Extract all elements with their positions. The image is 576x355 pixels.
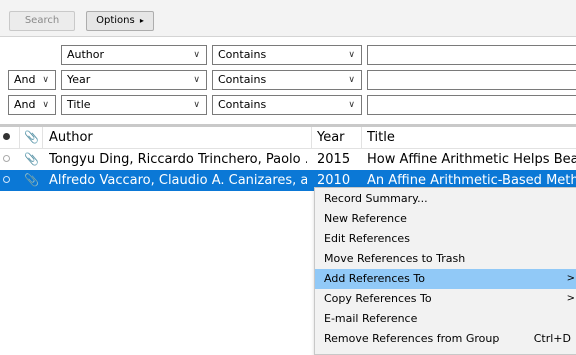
field-value: Author xyxy=(67,48,105,61)
query-row: And ∨ Title ∨ Contains ∨ xyxy=(0,95,576,117)
chevron-down-icon: ∨ xyxy=(193,75,200,85)
column-header-year[interactable]: Year xyxy=(317,127,357,148)
search-term-input[interactable] xyxy=(367,95,576,115)
field-value: Title xyxy=(67,98,91,111)
search-toolbar: Search Options ▸ xyxy=(0,0,576,37)
options-button[interactable]: Options ▸ xyxy=(86,11,154,31)
connector-value: And xyxy=(14,73,36,86)
field-value: Year xyxy=(67,73,91,86)
author-cell: Alfredo Vaccaro, Claudio A. Canizares, a… xyxy=(49,173,307,188)
chevron-down-icon: ∨ xyxy=(42,100,49,110)
table-row[interactable]: 📎 Tongyu Ding, Riccardo Trinchero, Paolo… xyxy=(0,149,576,170)
menu-item-email-reference[interactable]: E-mail Reference xyxy=(315,309,576,329)
chevron-down-icon: ∨ xyxy=(42,75,49,85)
shortcut-label: Ctrl+D xyxy=(533,332,571,345)
connector-select[interactable]: And ∨ xyxy=(8,70,56,90)
query-row: Author ∨ Contains ∨ xyxy=(0,45,576,67)
menu-item-copy-references-to[interactable]: Copy References To > xyxy=(315,289,576,309)
column-header-author[interactable]: Author xyxy=(49,127,307,148)
search-term-input[interactable] xyxy=(367,70,576,90)
operator-select[interactable]: Contains ∨ xyxy=(212,95,362,115)
field-select[interactable]: Author ∨ xyxy=(61,45,207,65)
submenu-arrow-icon: > xyxy=(566,273,575,284)
attachment-icon[interactable]: 📎 xyxy=(24,130,39,144)
connector-select[interactable]: And ∨ xyxy=(8,95,56,115)
read-status-icon[interactable] xyxy=(3,133,10,140)
column-header-title[interactable]: Title xyxy=(367,127,576,148)
menu-item-add-references-to[interactable]: Add References To > xyxy=(315,269,576,289)
title-cell: How Affine Arithmetic Helps Beat xyxy=(367,152,576,167)
search-term-input[interactable] xyxy=(367,45,576,65)
chevron-down-icon: ∨ xyxy=(348,50,355,60)
chevron-down-icon: ∨ xyxy=(348,75,355,85)
author-cell: Tongyu Ding, Riccardo Trinchero, Paolo .… xyxy=(49,152,307,167)
menu-item-move-to-trash[interactable]: Move References to Trash xyxy=(315,249,576,269)
attachment-icon: 📎 xyxy=(24,173,39,187)
options-arrow-icon: ▸ xyxy=(139,16,144,25)
search-button[interactable]: Search xyxy=(9,11,75,31)
operator-value: Contains xyxy=(218,98,267,111)
menu-item-new-reference[interactable]: New Reference xyxy=(315,209,576,229)
chevron-down-icon: ∨ xyxy=(193,50,200,60)
field-select[interactable]: Year ∨ xyxy=(61,70,207,90)
attachment-icon: 📎 xyxy=(24,152,39,166)
options-label: Options xyxy=(96,15,135,26)
connector-value: And xyxy=(14,98,36,111)
operator-value: Contains xyxy=(218,48,267,61)
field-select[interactable]: Title ∨ xyxy=(61,95,207,115)
operator-select[interactable]: Contains ∨ xyxy=(212,70,362,90)
menu-item-edit-references[interactable]: Edit References xyxy=(315,229,576,249)
context-menu: Record Summary... New Reference Edit Ref… xyxy=(314,187,576,355)
menu-item-remove-from-group[interactable]: Remove References from Group Ctrl+D xyxy=(315,329,576,349)
unread-dot-icon[interactable] xyxy=(3,176,10,183)
chevron-down-icon: ∨ xyxy=(348,100,355,110)
operator-value: Contains xyxy=(218,73,267,86)
query-row: And ∨ Year ∨ Contains ∨ xyxy=(0,70,576,92)
unread-dot-icon[interactable] xyxy=(3,155,10,162)
menu-item-record-summary[interactable]: Record Summary... xyxy=(315,189,576,209)
operator-select[interactable]: Contains ∨ xyxy=(212,45,362,65)
submenu-arrow-icon: > xyxy=(566,293,575,304)
table-header: 📎 Author Year Title xyxy=(0,127,576,149)
year-cell: 2015 xyxy=(317,152,351,167)
chevron-down-icon: ∨ xyxy=(193,100,200,110)
